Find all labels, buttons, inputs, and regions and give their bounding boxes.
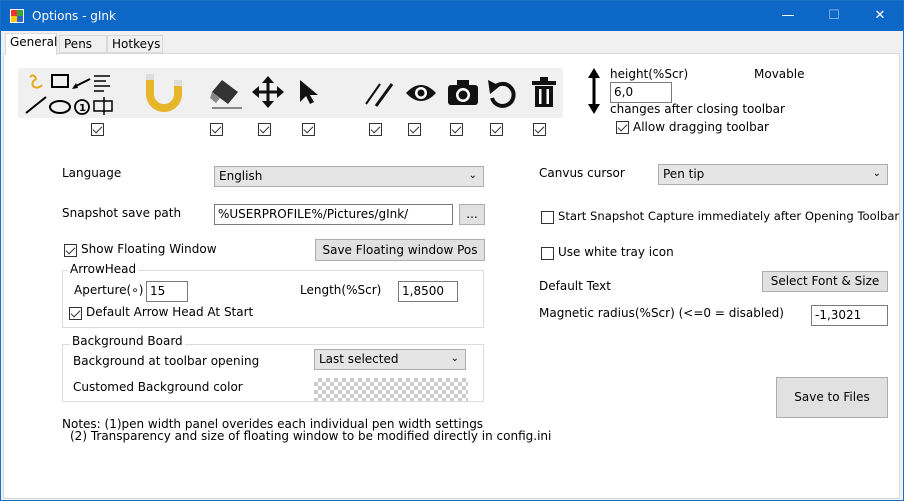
background-board-title: Background Board	[70, 334, 185, 348]
toolbar-preview: 1	[18, 68, 563, 118]
snapshot-capture-checkbox[interactable]	[541, 211, 554, 224]
canvas-cursor-select[interactable]: Pen tip ⌄	[658, 164, 888, 185]
tool-pointer-checkbox[interactable]	[302, 123, 315, 136]
language-select[interactable]: English ⌄	[214, 166, 484, 187]
tab-pens[interactable]: Pens	[59, 35, 107, 53]
snapshot-path-label: Snapshot save path	[62, 206, 182, 220]
move-icon[interactable]	[252, 76, 284, 108]
aperture-input[interactable]: 15	[146, 281, 188, 302]
close-button[interactable]: ✕	[857, 1, 903, 31]
tool-eraser-checkbox[interactable]	[210, 123, 223, 136]
general-panel: 1 height(%Scr) 6,0 Movable changes after…	[3, 53, 900, 499]
canvas-cursor-value: Pen tip	[663, 167, 705, 181]
camera-icon[interactable]	[446, 78, 480, 106]
magnet-icon[interactable]	[142, 72, 186, 114]
chevron-down-icon: ⌄	[872, 168, 881, 179]
tool-shapes-checkbox[interactable]	[91, 123, 104, 136]
tool-camera-checkbox[interactable]	[450, 123, 463, 136]
length-label: Length(%Scr)	[300, 283, 382, 297]
length-input[interactable]: 1,8500	[398, 281, 458, 302]
tool-pen-width-checkbox[interactable]	[369, 123, 382, 136]
browse-button[interactable]: ...	[459, 204, 485, 225]
eye-icon[interactable]	[404, 80, 438, 106]
tool-undo-checkbox[interactable]	[490, 123, 503, 136]
magnetic-radius-label: Magnetic radius(%Scr) (<=0 = disabled)	[539, 306, 784, 320]
window-title: Options - gInk	[32, 9, 116, 23]
tool-eye-checkbox[interactable]	[408, 123, 421, 136]
default-arrowhead-checkbox[interactable]	[69, 307, 82, 320]
save-to-files-button[interactable]: Save to Files	[776, 377, 888, 418]
snapshot-path-input[interactable]: %USERPROFILE%/Pictures/gInk/	[214, 204, 453, 225]
language-label: Language	[62, 166, 122, 180]
maximize-button[interactable]: ☐	[811, 1, 857, 31]
trash-icon[interactable]	[530, 76, 558, 108]
minimize-button[interactable]: —	[765, 1, 811, 31]
vertical-resize-icon	[588, 68, 600, 114]
svg-text:1: 1	[79, 103, 86, 114]
pen-width-icon[interactable]	[362, 80, 396, 108]
select-font-button[interactable]: Select Font & Size	[762, 271, 888, 292]
snapshot-capture-label: Start Snapshot Capture immediately after…	[558, 209, 900, 223]
chevron-down-icon: ⌄	[468, 170, 477, 181]
toolbar-height-label: height(%Scr)	[610, 67, 689, 81]
title-bar[interactable]: Options - gInk — ☐ ✕	[1, 1, 903, 31]
aperture-label: Aperture(∘)	[74, 283, 144, 297]
tab-general[interactable]: General	[5, 33, 57, 55]
eraser-icon[interactable]	[208, 76, 244, 110]
tab-hotkeys[interactable]: Hotkeys	[107, 35, 163, 53]
language-value: English	[219, 169, 263, 183]
bg-opening-value: Last selected	[319, 352, 399, 366]
allow-dragging-label: Allow dragging toolbar	[633, 120, 769, 134]
custom-bg-color-swatch[interactable]	[314, 378, 468, 401]
pointer-icon[interactable]	[298, 78, 322, 106]
movable-label: Movable	[754, 67, 805, 81]
options-window: Options - gInk — ☐ ✕ General Pens Hotkey…	[0, 0, 904, 501]
notes-line-2: (2) Transparency and size of floating wi…	[70, 429, 552, 443]
shapes-icon[interactable]: 1	[22, 71, 134, 115]
default-arrowhead-label: Default Arrow Head At Start	[86, 305, 254, 319]
save-floating-button[interactable]: Save Floating window Pos	[315, 239, 485, 261]
bg-opening-label: Background at toolbar opening	[73, 354, 260, 368]
show-floating-label: Show Floating Window	[81, 242, 217, 256]
allow-dragging-checkbox[interactable]	[616, 121, 629, 134]
magnetic-radius-input[interactable]: -1,3021	[811, 305, 888, 326]
arrowhead-title: ArrowHead	[68, 262, 139, 276]
changes-note: changes after closing toolbar	[610, 102, 785, 116]
default-text-label: Default Text	[539, 279, 611, 293]
custom-bg-label: Customed Background color	[73, 380, 243, 394]
tool-move-checkbox[interactable]	[258, 123, 271, 136]
chevron-down-icon: ⌄	[450, 353, 459, 364]
bg-opening-select[interactable]: Last selected ⌄	[314, 349, 466, 370]
tool-trash-checkbox[interactable]	[533, 123, 546, 136]
white-tray-checkbox[interactable]	[541, 247, 554, 260]
undo-icon[interactable]	[486, 78, 518, 108]
show-floating-checkbox[interactable]	[64, 244, 77, 257]
canvas-cursor-label: Canvus cursor	[539, 166, 625, 180]
white-tray-label: Use white tray icon	[558, 245, 674, 259]
app-icon	[10, 9, 24, 23]
toolbar-height-input[interactable]: 6,0	[610, 82, 672, 103]
